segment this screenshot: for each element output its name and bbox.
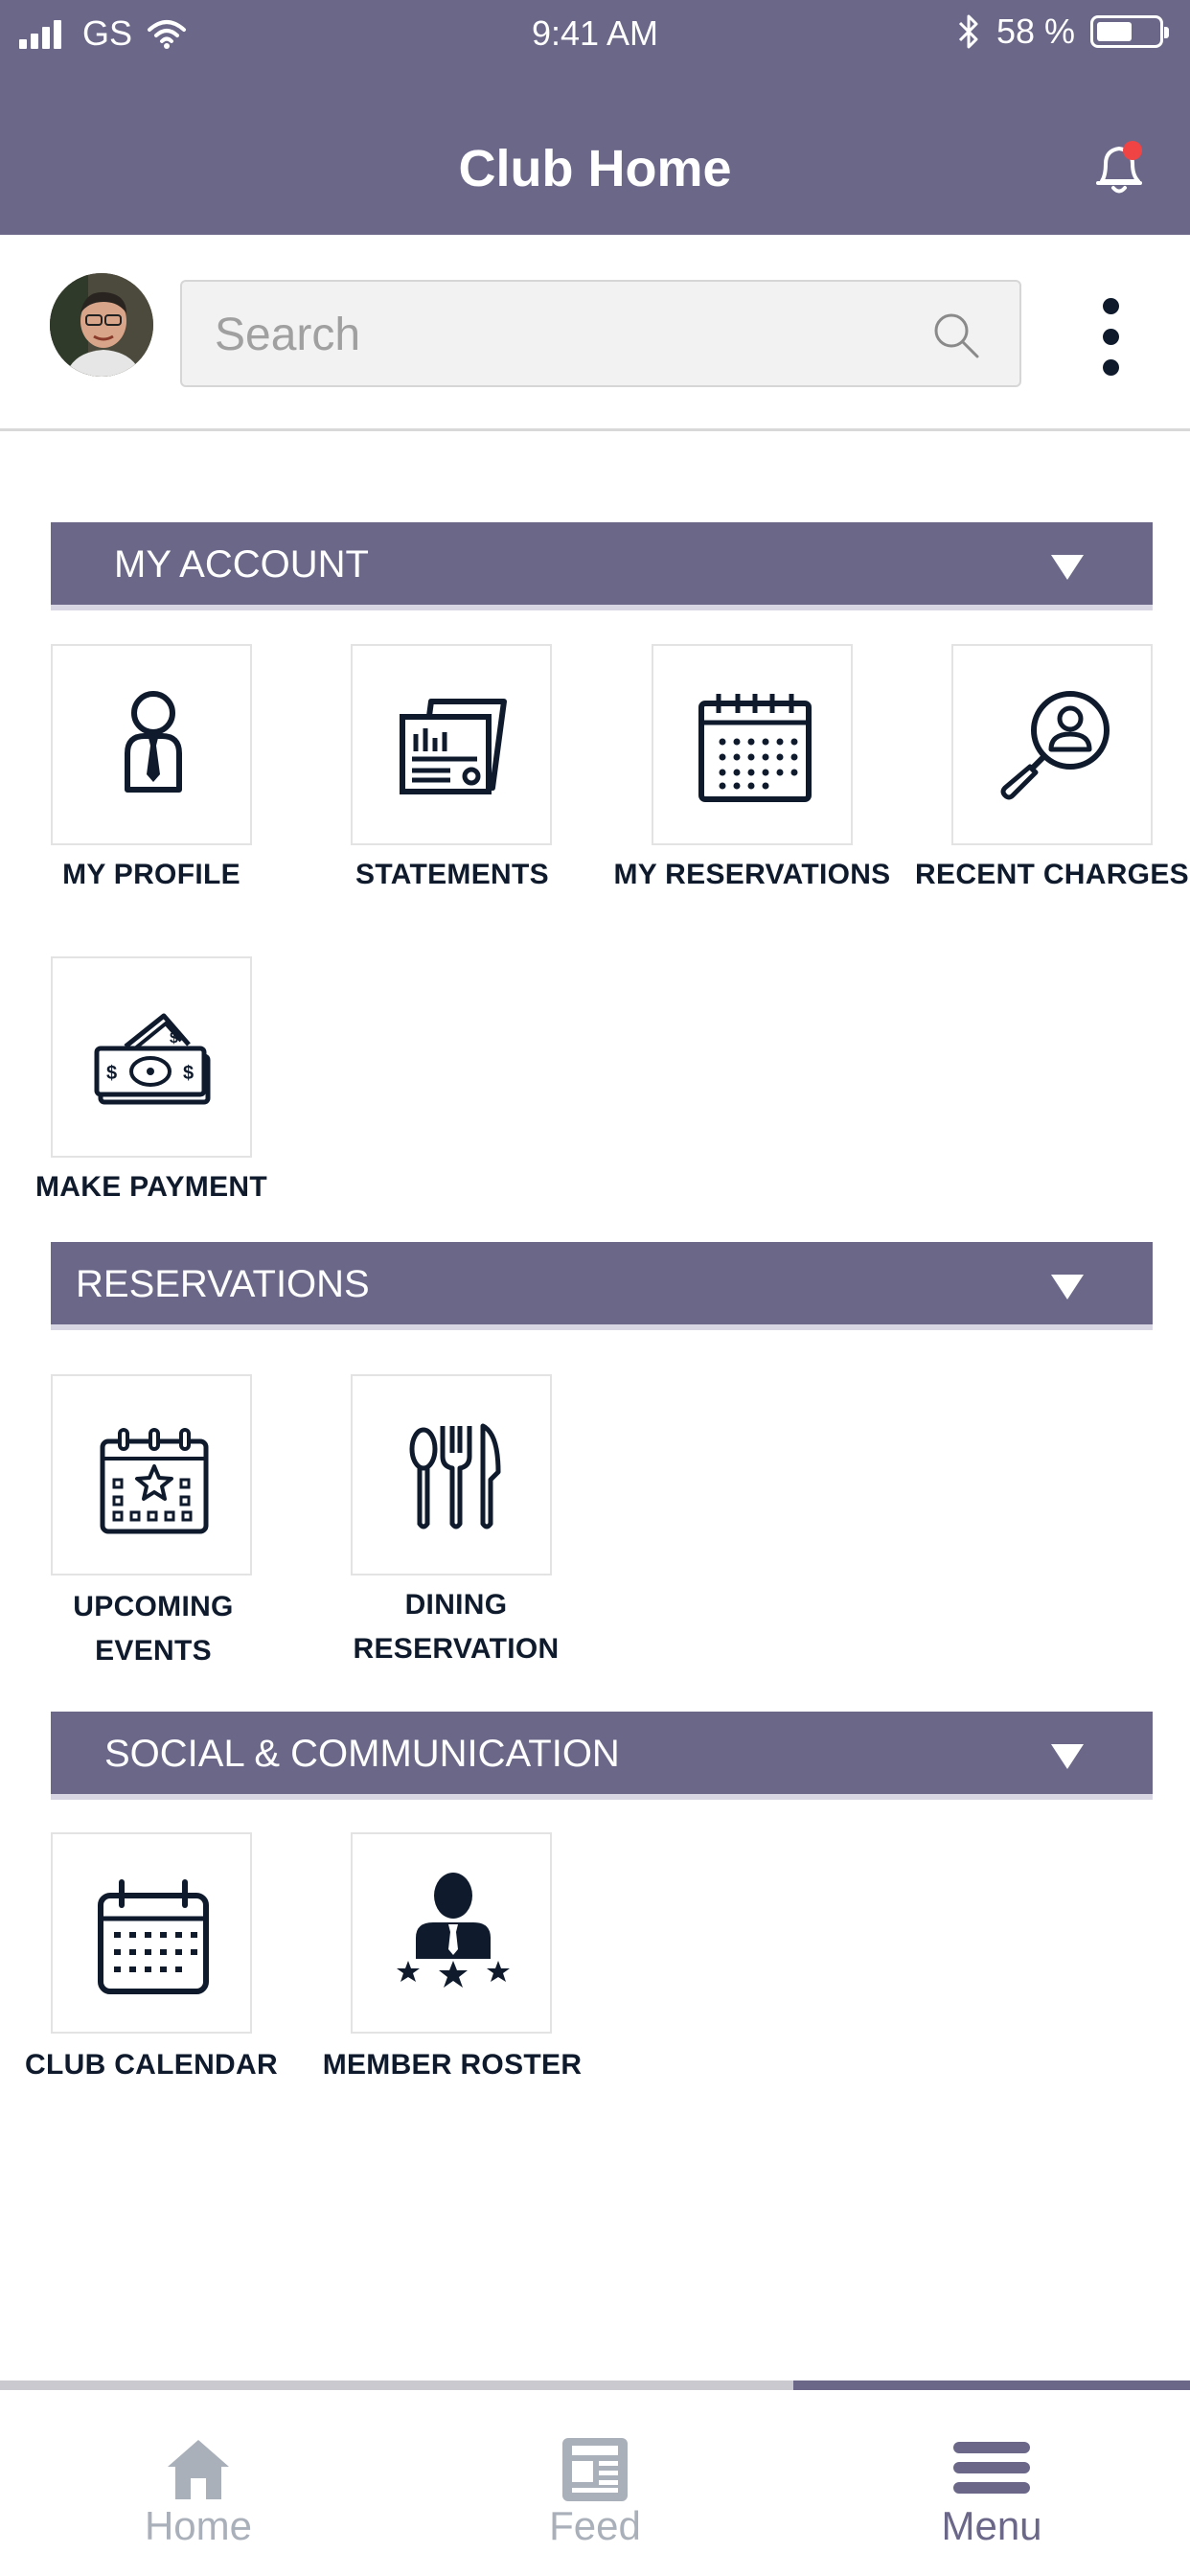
notification-dot	[1123, 141, 1142, 160]
person-tie-icon	[125, 691, 182, 793]
tile-label: STATEMENTS	[355, 859, 549, 890]
member-stars-icon	[397, 1873, 510, 1988]
magnifier-person-icon	[1000, 691, 1110, 800]
tile-statements[interactable]	[351, 644, 552, 845]
tile-label-line: UPCOMING	[73, 1591, 234, 1622]
search-box[interactable]	[180, 280, 1021, 387]
search-icon[interactable]	[931, 310, 981, 360]
section-title: MY ACCOUNT	[114, 543, 369, 586]
search-row	[0, 235, 1190, 431]
caret-down-icon[interactable]	[1051, 555, 1084, 580]
notification-bell-icon[interactable]	[1092, 139, 1146, 198]
cutlery-icon	[409, 1423, 501, 1530]
avatar[interactable]	[50, 273, 153, 377]
battery-icon	[1090, 15, 1169, 48]
svg-text:$: $	[170, 1030, 178, 1046]
nav-label: Feed	[549, 2503, 641, 2548]
tile-label: CLUB CALENDAR	[25, 2049, 278, 2081]
status-bar: GS 9:41 AM 58 %	[0, 0, 1190, 67]
tile-label-line: RESERVATION	[353, 1633, 560, 1665]
nav-active-indicator	[793, 2380, 1190, 2390]
top-bar: GS 9:41 AM 58 % Club Home	[0, 0, 1190, 235]
money-icon: $ $ $	[94, 1013, 211, 1105]
nav-home[interactable]: Home	[0, 2390, 397, 2576]
tile-make-payment[interactable]: $ $ $	[51, 956, 252, 1158]
tile-label: RECENT CHARGES	[915, 859, 1189, 890]
page-title: Club Home	[458, 140, 732, 197]
caret-down-icon[interactable]	[1051, 1744, 1084, 1769]
section-header-my-account[interactable]: MY ACCOUNT	[51, 522, 1153, 610]
section-header-reservations[interactable]: RESERVATIONS	[51, 1242, 1153, 1330]
section-title: SOCIAL & COMMUNICATION	[104, 1733, 620, 1775]
svg-text:$: $	[183, 1063, 194, 1084]
tile-label: DINING RESERVATION	[303, 1583, 609, 1671]
nav-label: Menu	[941, 2503, 1042, 2548]
tile-label-line: EVENTS	[95, 1635, 212, 1667]
nav-menu[interactable]: Menu	[793, 2390, 1190, 2576]
svg-text:$: $	[106, 1063, 117, 1084]
tile-my-reservations[interactable]	[652, 644, 853, 845]
bluetooth-icon	[958, 14, 978, 49]
newspaper-icon	[562, 2438, 628, 2501]
calendar-star-icon	[100, 1428, 209, 1534]
tile-label: MEMBER ROSTER	[322, 2049, 583, 2081]
tile-club-calendar[interactable]	[51, 1832, 252, 2034]
tile-my-profile[interactable]	[51, 644, 252, 845]
calendar-icon	[698, 694, 812, 802]
tile-label: MY PROFILE	[62, 859, 240, 890]
tile-label: MY RESERVATIONS	[613, 859, 891, 890]
tile-member-roster[interactable]	[351, 1832, 552, 2034]
bottom-nav: Home Feed Menu	[0, 2380, 1190, 2576]
calendar-icon	[98, 1879, 209, 1994]
nav-label: Home	[144, 2503, 253, 2548]
home-icon	[168, 2440, 229, 2499]
battery-percent: 58 %	[995, 12, 1075, 51]
menu-icon	[953, 2442, 1030, 2494]
caret-down-icon[interactable]	[1051, 1275, 1084, 1300]
tile-label: UPCOMING EVENTS	[0, 1585, 307, 1673]
document-chart-icon	[400, 699, 507, 794]
tile-recent-charges[interactable]	[951, 644, 1153, 845]
section-title: RESERVATIONS	[76, 1263, 370, 1305]
tile-dining-reservation[interactable]	[351, 1374, 552, 1576]
tile-label: MAKE PAYMENT	[35, 1171, 267, 1203]
tile-label-line: DINING	[404, 1589, 508, 1621]
search-input[interactable]	[215, 301, 885, 368]
tile-upcoming-events[interactable]	[51, 1374, 252, 1576]
avatar-photo	[50, 273, 153, 377]
nav-feed[interactable]: Feed	[397, 2390, 793, 2576]
section-header-social-communication[interactable]: SOCIAL & COMMUNICATION	[51, 1712, 1153, 1800]
more-options-icon[interactable]	[1092, 290, 1131, 382]
